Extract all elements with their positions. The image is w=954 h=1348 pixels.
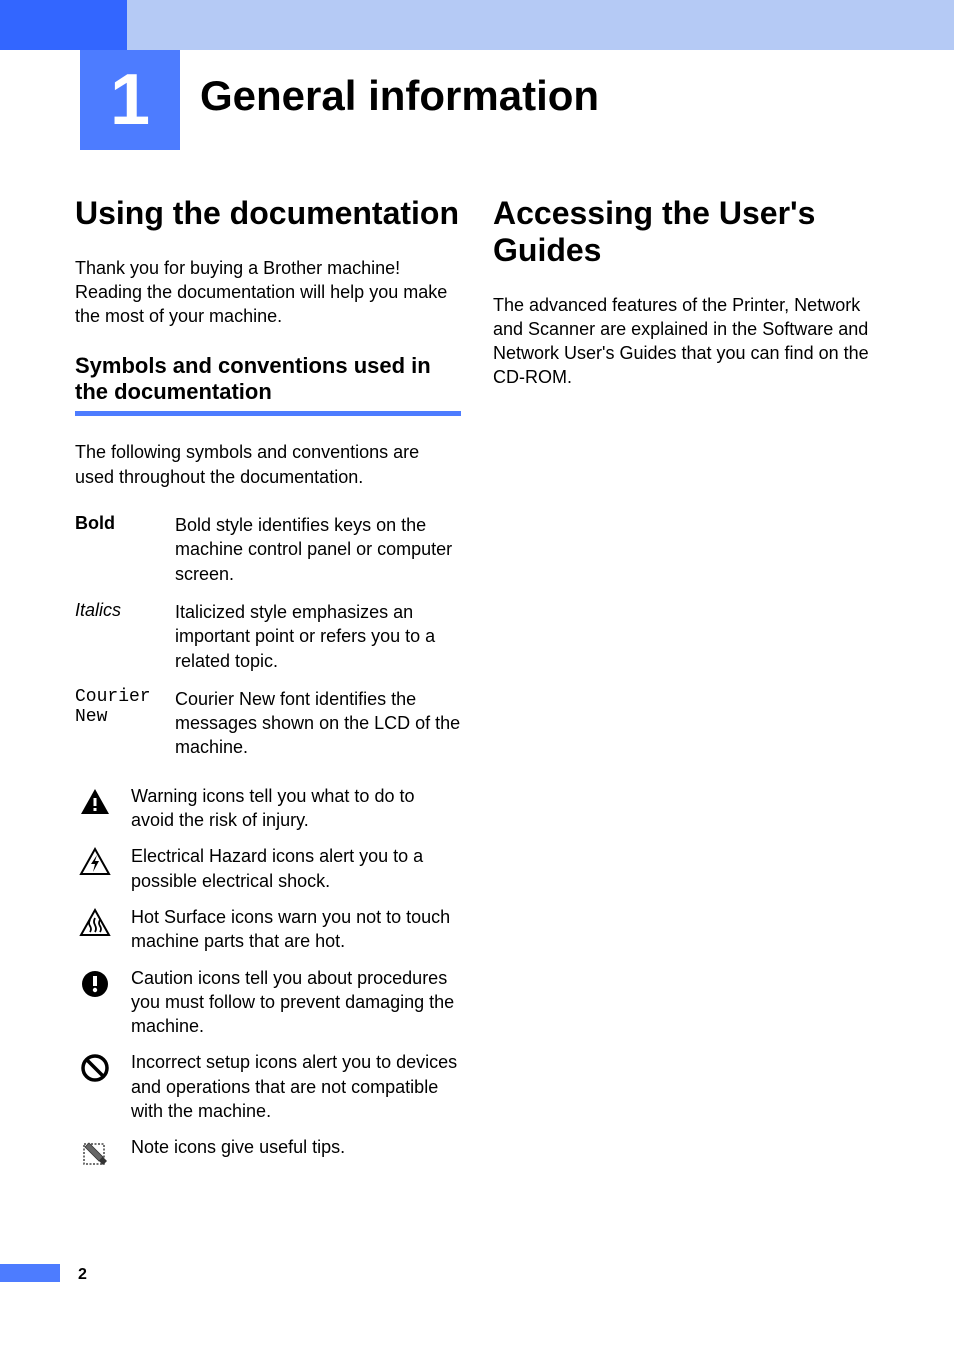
incorrect-setup-icon	[75, 1050, 131, 1084]
note-icon	[75, 1135, 131, 1169]
footer-accent-bar	[0, 1264, 60, 1282]
def-row: Italics Italicized style emphasizes an i…	[75, 600, 461, 673]
list-item: Caution icons tell you about procedures …	[75, 966, 461, 1039]
page-number: 2	[78, 1266, 87, 1284]
def-row: Bold Bold style identifies keys on the m…	[75, 513, 461, 586]
chapter-number-block: 1	[80, 50, 180, 150]
icon-description: Incorrect setup icons alert you to devic…	[131, 1050, 461, 1123]
electrical-hazard-icon	[75, 844, 131, 878]
def-text: Courier New font identifies the messages…	[175, 687, 461, 760]
left-column: Using the documentation Thank you for bu…	[75, 195, 461, 1181]
def-row: Courier New Courier New font identifies …	[75, 687, 461, 760]
def-label-bold: Bold	[75, 513, 175, 534]
definitions-table: Bold Bold style identifies keys on the m…	[75, 513, 461, 760]
def-label-italic: Italics	[75, 600, 175, 621]
chapter-number: 1	[110, 59, 150, 141]
hot-surface-icon	[75, 905, 131, 939]
chapter-title: General information	[200, 72, 599, 120]
list-item: Hot Surface icons warn you not to touch …	[75, 905, 461, 954]
icon-description: Caution icons tell you about procedures …	[131, 966, 461, 1039]
list-item: Incorrect setup icons alert you to devic…	[75, 1050, 461, 1123]
right-section-heading: Accessing the User's Guides	[493, 195, 879, 269]
content-area: Using the documentation Thank you for bu…	[0, 195, 954, 1181]
def-label-mono: Courier New	[75, 687, 175, 727]
left-intro-text: Thank you for buying a Brother machine! …	[75, 256, 461, 329]
left-section-heading: Using the documentation	[75, 195, 461, 232]
icon-meaning-list: Warning icons tell you what to do to avo…	[75, 784, 461, 1170]
caution-icon	[75, 966, 131, 1000]
list-item: Electrical Hazard icons alert you to a p…	[75, 844, 461, 893]
subsection-intro-text: The following symbols and conventions ar…	[75, 440, 461, 489]
subsection-heading: Symbols and conventions used in the docu…	[75, 353, 461, 406]
icon-description: Hot Surface icons warn you not to touch …	[131, 905, 461, 954]
list-item: Warning icons tell you what to do to avo…	[75, 784, 461, 833]
list-item: Note icons give useful tips.	[75, 1135, 461, 1169]
def-text: Bold style identifies keys on the machin…	[175, 513, 461, 586]
subsection-divider	[75, 411, 461, 416]
right-intro-text: The advanced features of the Printer, Ne…	[493, 293, 879, 390]
icon-description: Warning icons tell you what to do to avo…	[131, 784, 461, 833]
def-text: Italicized style emphasizes an important…	[175, 600, 461, 673]
icon-description: Note icons give useful tips.	[131, 1135, 461, 1159]
right-column: Accessing the User's Guides The advanced…	[493, 195, 879, 1181]
header-bar	[0, 0, 954, 50]
warning-icon	[75, 784, 131, 818]
icon-description: Electrical Hazard icons alert you to a p…	[131, 844, 461, 893]
